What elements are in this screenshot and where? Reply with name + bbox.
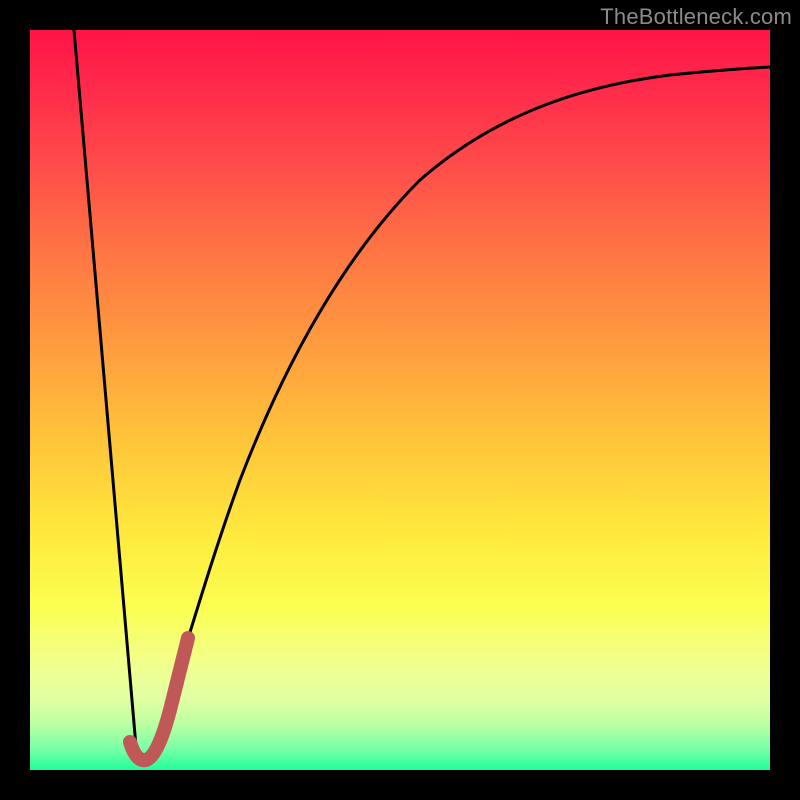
watermark-text: TheBottleneck.com — [600, 4, 792, 30]
curves-svg — [30, 30, 770, 770]
highlight-segment — [130, 638, 188, 760]
plot-area — [30, 30, 770, 770]
chart-frame: TheBottleneck.com — [0, 0, 800, 800]
